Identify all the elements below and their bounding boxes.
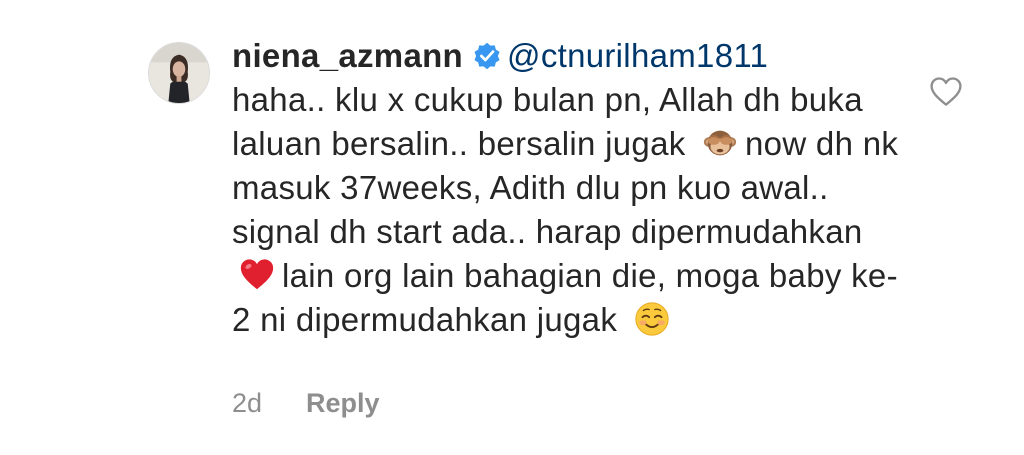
- reply-button[interactable]: Reply: [306, 388, 380, 419]
- comment-text-part-3: lain org lain bahagian die, moga baby ke…: [232, 257, 898, 338]
- heart-outline-icon[interactable]: [928, 74, 964, 110]
- verified-badge-icon: [471, 39, 503, 71]
- comment: niena_azmann @ctnurilham1811 haha.. klu x …: [0, 0, 1024, 455]
- username[interactable]: niena_azmann: [232, 37, 463, 74]
- smiling-face-icon: [633, 300, 671, 338]
- avatar[interactable]: [148, 42, 210, 104]
- comment-body: niena_azmann @ctnurilham1811 haha.. klu x …: [232, 34, 912, 342]
- timestamp[interactable]: 2d: [232, 388, 262, 419]
- red-heart-icon: [238, 256, 276, 294]
- mention-link[interactable]: @ctnurilham1811: [507, 37, 768, 74]
- avatar-image: [149, 43, 209, 103]
- comment-text: niena_azmann @ctnurilham1811 haha.. klu x …: [232, 34, 912, 342]
- see-no-evil-monkey-icon: [701, 124, 739, 162]
- comment-meta: 2d Reply: [232, 388, 380, 419]
